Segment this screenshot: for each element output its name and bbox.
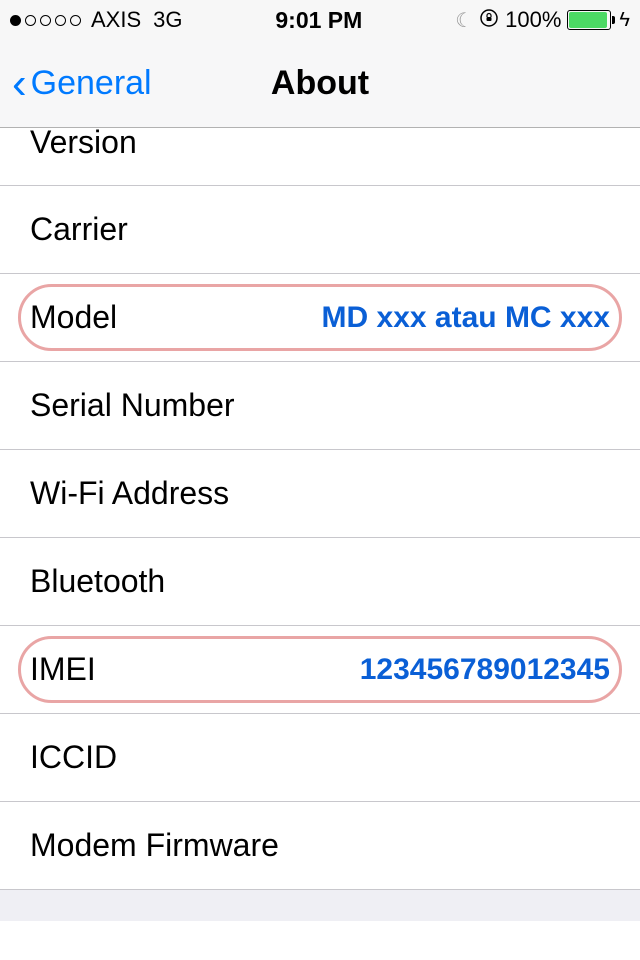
back-label: General: [31, 64, 152, 103]
row-label: Wi-Fi Address: [30, 475, 229, 512]
row-version[interactable]: Version: [0, 128, 640, 186]
about-list: Version Carrier Model MD xxx atau MC xxx…: [0, 128, 640, 890]
status-time: 9:01 PM: [275, 7, 362, 34]
row-bluetooth[interactable]: Bluetooth: [0, 538, 640, 626]
carrier-label: AXIS: [91, 7, 141, 33]
row-label: Serial Number: [30, 387, 235, 424]
back-button[interactable]: ‹ General: [12, 62, 152, 106]
row-label: ICCID: [30, 739, 117, 776]
status-left: AXIS 3G: [10, 7, 183, 33]
row-label: Version: [30, 124, 137, 161]
row-label: Modem Firmware: [30, 827, 279, 864]
nav-bar: ‹ General About: [0, 40, 640, 128]
row-iccid[interactable]: ICCID: [0, 714, 640, 802]
row-wifi-address[interactable]: Wi-Fi Address: [0, 450, 640, 538]
charging-icon: ϟ: [619, 9, 630, 32]
status-right: ☾ 100% ϟ: [455, 7, 630, 33]
battery-percentage: 100%: [505, 7, 561, 33]
chevron-left-icon: ‹: [12, 62, 27, 106]
status-bar: AXIS 3G 9:01 PM ☾ 100% ϟ: [0, 0, 640, 40]
page-title: About: [271, 64, 369, 103]
row-value: MD xxx atau MC xxx: [322, 301, 610, 335]
battery-icon: [567, 10, 611, 30]
row-label: IMEI: [30, 651, 96, 688]
footer-spacer: [0, 889, 640, 921]
network-type-label: 3G: [153, 7, 182, 33]
row-label: Bluetooth: [30, 563, 165, 600]
rotation-lock-icon: [479, 8, 499, 33]
row-label: Model: [30, 299, 117, 336]
row-serial-number[interactable]: Serial Number: [0, 362, 640, 450]
row-label: Carrier: [30, 211, 128, 248]
row-modem-firmware[interactable]: Modem Firmware: [0, 802, 640, 890]
row-value: 123456789012345: [360, 653, 610, 687]
row-carrier[interactable]: Carrier: [0, 186, 640, 274]
row-imei[interactable]: IMEI 123456789012345: [0, 626, 640, 714]
do-not-disturb-icon: ☾: [455, 8, 473, 33]
signal-strength-icon: [10, 15, 81, 26]
row-model[interactable]: Model MD xxx atau MC xxx: [0, 274, 640, 362]
